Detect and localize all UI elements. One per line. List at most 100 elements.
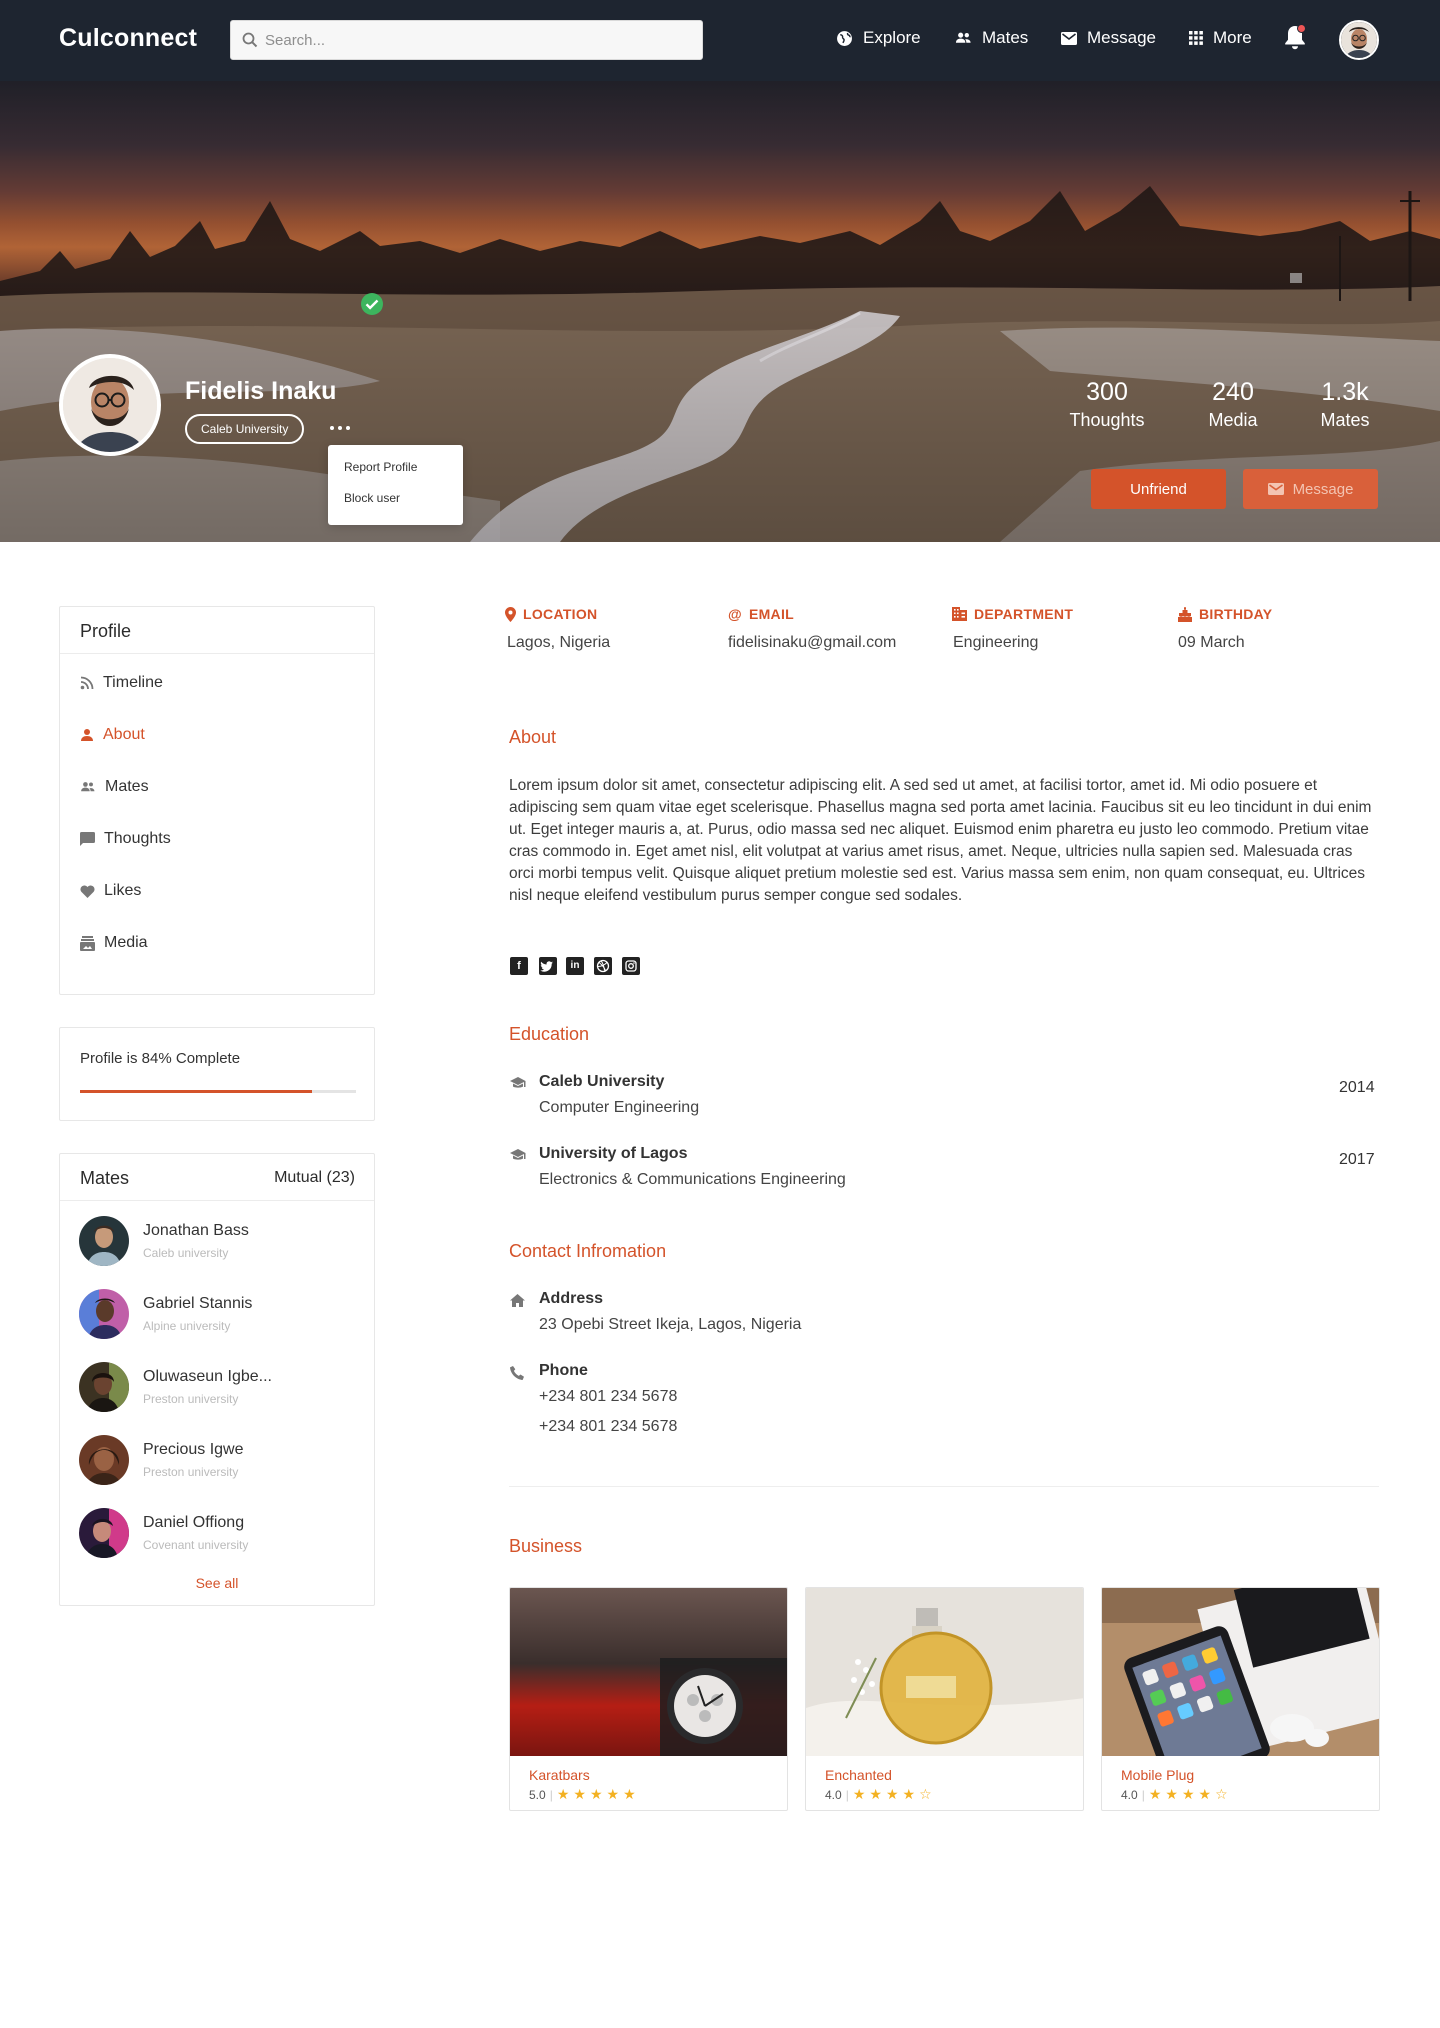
education-year: 2014	[1339, 1079, 1375, 1096]
stat-mates-label: Mates	[1320, 410, 1370, 430]
star-filled-icon: ★	[556, 1786, 570, 1802]
sidebar-item-likes[interactable]: Likes	[80, 882, 141, 900]
nav-more[interactable]: More	[1189, 28, 1252, 48]
sidebar-item-media[interactable]: Media	[80, 934, 148, 952]
business-card[interactable]: Karatbars 5.0 | ★ ★ ★ ★ ★	[509, 1587, 788, 1811]
mate-item[interactable]: Oluwaseun Igbe... Preston university	[79, 1362, 339, 1416]
globe-icon	[837, 30, 852, 46]
profile-completion-bar	[80, 1090, 356, 1093]
see-all-link[interactable]: See all	[60, 1575, 374, 1591]
avatar-icon	[1341, 22, 1377, 58]
menu-block-user[interactable]: Block user	[328, 489, 463, 520]
birthday-label-text: BIRTHDAY	[1199, 606, 1273, 622]
unfriend-button[interactable]: Unfriend	[1091, 469, 1226, 509]
linkedin-icon[interactable]: in	[566, 957, 584, 975]
search-input[interactable]	[265, 21, 695, 59]
address-label: Address	[539, 1290, 604, 1307]
nav-message[interactable]: Message	[1061, 28, 1156, 48]
phone-value[interactable]: +234 801 234 5678	[539, 1418, 677, 1436]
stat-thoughts[interactable]: 300 Thoughts	[1052, 378, 1162, 431]
email-label-text: EMAIL	[748, 606, 795, 622]
star-filled-icon: ★	[852, 1786, 866, 1802]
nav-explore[interactable]: Explore	[836, 28, 921, 48]
location-label-text: LOCATION	[523, 606, 598, 622]
search-icon	[242, 32, 258, 48]
mate-avatar	[79, 1289, 129, 1339]
phone-value[interactable]: +234 801 234 5678	[539, 1388, 677, 1406]
search-box[interactable]	[230, 20, 703, 60]
sidebar-item-about[interactable]: About	[80, 726, 145, 744]
star-filled-icon: ★	[606, 1786, 620, 1802]
mutual-count[interactable]: Mutual (23)	[274, 1169, 355, 1187]
star-filled-icon: ★	[573, 1786, 586, 1802]
sidebar-item-label: Media	[104, 934, 148, 951]
sidebar-item-label: About	[103, 726, 145, 743]
mate-item[interactable]: Daniel Offiong Covenant university	[79, 1508, 339, 1562]
graduation-cap-icon	[510, 1077, 526, 1088]
at-icon: @	[728, 606, 742, 622]
mate-item[interactable]: Gabriel Stannis Alpine university	[79, 1289, 339, 1343]
heart-icon	[80, 884, 95, 898]
twitter-icon[interactable]	[539, 957, 557, 975]
business-card[interactable]: Enchanted 4.0 | ★ ★ ★ ★ ☆	[805, 1587, 1084, 1811]
verified-icon	[361, 293, 383, 315]
rating-value: 4.0	[825, 1787, 842, 1802]
mate-avatar	[79, 1216, 129, 1266]
sidebar-item-thoughts[interactable]: Thoughts	[80, 830, 171, 848]
nav-explore-label: Explore	[863, 28, 921, 47]
stat-mates[interactable]: 1.3k Mates	[1290, 378, 1400, 431]
education-school: Caleb University	[539, 1073, 665, 1090]
business-rating: 4.0 | ★ ★ ★ ★ ☆	[825, 1786, 936, 1803]
message-button[interactable]: Message	[1243, 469, 1378, 509]
location-label: LOCATION	[505, 606, 597, 622]
home-icon	[510, 1294, 525, 1307]
instagram-icon[interactable]	[622, 957, 640, 975]
rating-value: 5.0	[529, 1787, 546, 1802]
email-value[interactable]: fidelisinaku@gmail.com	[728, 634, 896, 652]
dribbble-icon[interactable]	[594, 957, 612, 975]
mate-school: Covenant university	[143, 1538, 249, 1552]
star-filled-icon: ★	[1198, 1786, 1212, 1802]
business-image	[510, 1588, 787, 1756]
mate-school: Alpine university	[143, 1319, 231, 1333]
sidebar-item-timeline[interactable]: Timeline	[80, 674, 163, 692]
profile-avatar-image	[63, 358, 157, 452]
profile-more-button[interactable]	[330, 423, 350, 433]
graduation-cap-icon	[510, 1149, 526, 1160]
phone-icon	[510, 1366, 524, 1380]
address-value: 23 Opebi Street Ikeja, Lagos, Nigeria	[539, 1316, 802, 1333]
profile-options-menu: Report Profile Block user	[328, 445, 463, 525]
cover-photo: Fidelis Inaku Caleb University 300 Thoug…	[0, 81, 1440, 542]
star-filled-icon: ★	[589, 1786, 603, 1802]
location-pin-icon	[505, 606, 516, 622]
mate-item[interactable]: Jonathan Bass Caleb university	[79, 1216, 339, 1270]
sidebar-item-mates[interactable]: Mates	[80, 778, 149, 796]
about-text: Lorem ipsum dolor sit amet, consectetur …	[509, 777, 1372, 904]
sidebar-item-label: Mates	[105, 778, 149, 795]
business-rating: 5.0 | ★ ★ ★ ★ ★	[529, 1786, 640, 1803]
mate-name: Daniel Offiong	[143, 1514, 245, 1531]
brand-logo[interactable]: Culconnect	[59, 24, 197, 53]
mate-avatar	[79, 1435, 129, 1485]
people-icon	[955, 32, 971, 43]
mate-avatar	[79, 1362, 129, 1412]
sidebar-item-label: Likes	[104, 882, 142, 899]
cake-icon	[1178, 606, 1192, 622]
nav-mates[interactable]: Mates	[955, 28, 1028, 48]
profile-completion-fill	[80, 1090, 312, 1093]
person-icon	[81, 729, 93, 741]
nav-message-label: Message	[1087, 28, 1156, 47]
university-badge[interactable]: Caleb University	[185, 414, 305, 444]
location-value: Lagos, Nigeria	[507, 634, 611, 651]
menu-report-profile[interactable]: Report Profile	[328, 458, 463, 489]
facebook-icon[interactable]: f	[510, 957, 528, 975]
mate-item[interactable]: Precious Igwe Preston university	[79, 1435, 339, 1489]
profile-avatar[interactable]	[59, 354, 161, 456]
business-rating: 4.0 | ★ ★ ★ ★ ☆	[1121, 1786, 1232, 1803]
stat-media[interactable]: 240 Media	[1178, 378, 1288, 431]
mate-school: Preston university	[143, 1465, 239, 1479]
profile-name: Fidelis Inaku	[185, 377, 337, 405]
user-avatar[interactable]	[1339, 20, 1379, 60]
business-card[interactable]: Mobile Plug 4.0 | ★ ★ ★ ★ ☆	[1101, 1587, 1380, 1811]
star-empty-icon: ☆	[1215, 1786, 1228, 1802]
